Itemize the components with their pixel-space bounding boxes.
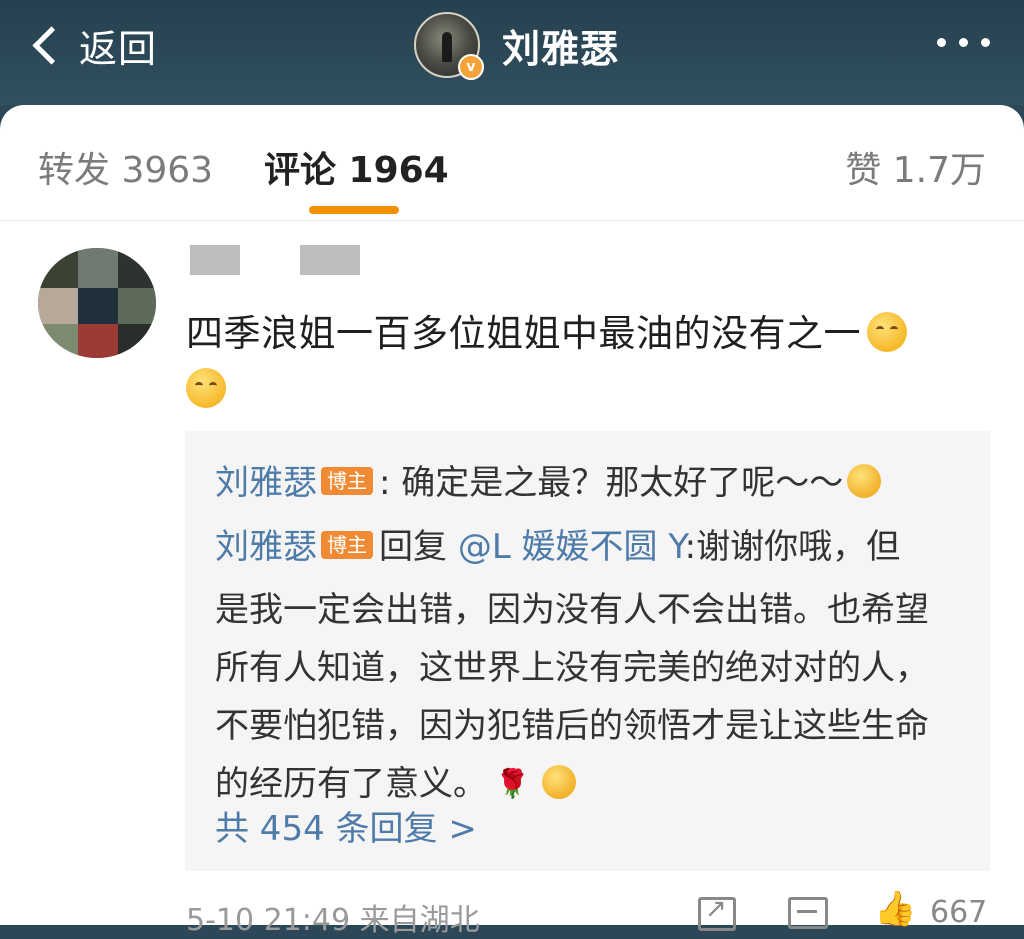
reply-box[interactable]: 刘雅瑟 博主: 确定是之最？那太好了呢～～ 刘雅瑟 博主 回复 @L 媛媛不圆 Y:谢… xyxy=(185,431,990,871)
reply-2-body: 是我一定会出错，因为没有人不会出错。也希望所有人知道，这世界上没有完美的绝对对的… xyxy=(215,581,955,813)
active-tab-indicator xyxy=(309,206,399,214)
profile-header[interactable]: v 刘雅瑟 xyxy=(414,12,620,80)
comment-icon[interactable] xyxy=(788,897,828,929)
profile-name: 刘雅瑟 xyxy=(502,26,620,71)
share-icon[interactable] xyxy=(698,894,736,931)
like-icon[interactable]: 👍 xyxy=(874,889,916,929)
comment-meta: 5-10 21:49 来自湖北 xyxy=(186,903,480,938)
verified-badge: v xyxy=(458,54,484,80)
more-icon[interactable] xyxy=(937,38,990,47)
avatar[interactable]: v xyxy=(414,12,484,80)
grin-emoji-icon xyxy=(867,312,907,352)
tab-comment[interactable]: 评论 1964 xyxy=(264,141,449,193)
content-card: 转发 3963 评论 1964 赞 1.7万 四季浪姐一百多位姐姐中最油的没有之… xyxy=(0,105,1024,938)
commenter-name-blurred[interactable] xyxy=(188,241,438,281)
commenter-avatar[interactable] xyxy=(38,248,156,358)
top-nav-bar: 返回 v 刘雅瑟 xyxy=(0,0,1024,105)
more-replies-link[interactable]: 共 454 条回复 > xyxy=(215,801,477,850)
reply-author[interactable]: 刘雅瑟 xyxy=(215,463,317,503)
tab-repost[interactable]: 转发 3963 xyxy=(38,141,213,193)
gasp-emoji-icon xyxy=(186,368,226,408)
tab-like[interactable]: 赞 1.7万 xyxy=(845,141,986,193)
comment-text: 四季浪姐一百多位姐姐中最油的没有之一 xyxy=(186,308,976,416)
author-badge: 博主 xyxy=(321,467,373,495)
mention-link[interactable]: @L 媛媛不圆 Y xyxy=(458,527,685,567)
reply-1: 刘雅瑟 博主: 确定是之最？那太好了呢～～ xyxy=(215,455,882,504)
back-chevron-icon xyxy=(32,25,71,65)
reply-2-header: 刘雅瑟 博主 回复 @L 媛媛不圆 Y:谢谢你哦，但 xyxy=(215,527,901,567)
reply-author[interactable]: 刘雅瑟 xyxy=(215,527,317,567)
tab-bar: 转发 3963 评论 1964 赞 1.7万 xyxy=(0,105,1024,221)
666-emoji-icon xyxy=(541,765,576,799)
tongue-emoji-icon xyxy=(847,464,882,498)
back-button[interactable]: 返回 xyxy=(26,18,157,72)
rose-icon: 🌹 xyxy=(495,767,530,800)
author-badge: 博主 xyxy=(321,531,373,559)
back-label: 返回 xyxy=(79,26,158,71)
